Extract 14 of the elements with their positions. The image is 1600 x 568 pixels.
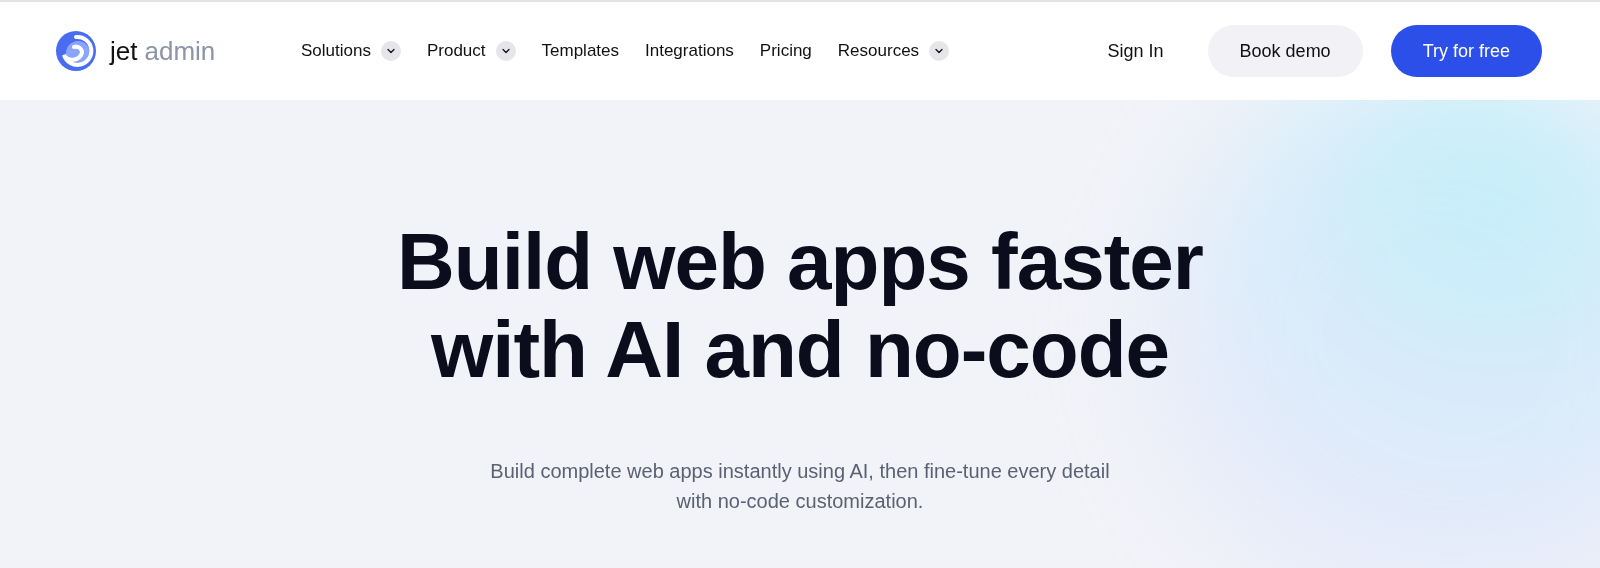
logo-text: jet xyxy=(110,34,138,68)
book-demo-button[interactable]: Book demo xyxy=(1207,25,1363,77)
sign-in-link[interactable]: Sign In xyxy=(1091,25,1180,77)
hero-heading: Build web apps faster with AI and no-code xyxy=(397,218,1203,394)
logo-text: admin xyxy=(144,34,216,68)
spiral-logo-icon xyxy=(54,29,98,73)
nav-link[interactable]: Product xyxy=(426,38,516,64)
try-for-free-button[interactable]: Try for free xyxy=(1390,25,1542,77)
nav-link[interactable]: Pricing xyxy=(759,38,812,64)
nav-link[interactable]: Integrations xyxy=(645,38,734,64)
nav-link[interactable]: Resources xyxy=(837,38,950,64)
nav-link[interactable]: Templates xyxy=(541,38,619,64)
nav-link[interactable]: Solutions xyxy=(301,38,401,64)
hero-subtitle: Build complete web apps instantly using AI, then fine-tune every detail with no-code customization. xyxy=(489,459,1111,514)
